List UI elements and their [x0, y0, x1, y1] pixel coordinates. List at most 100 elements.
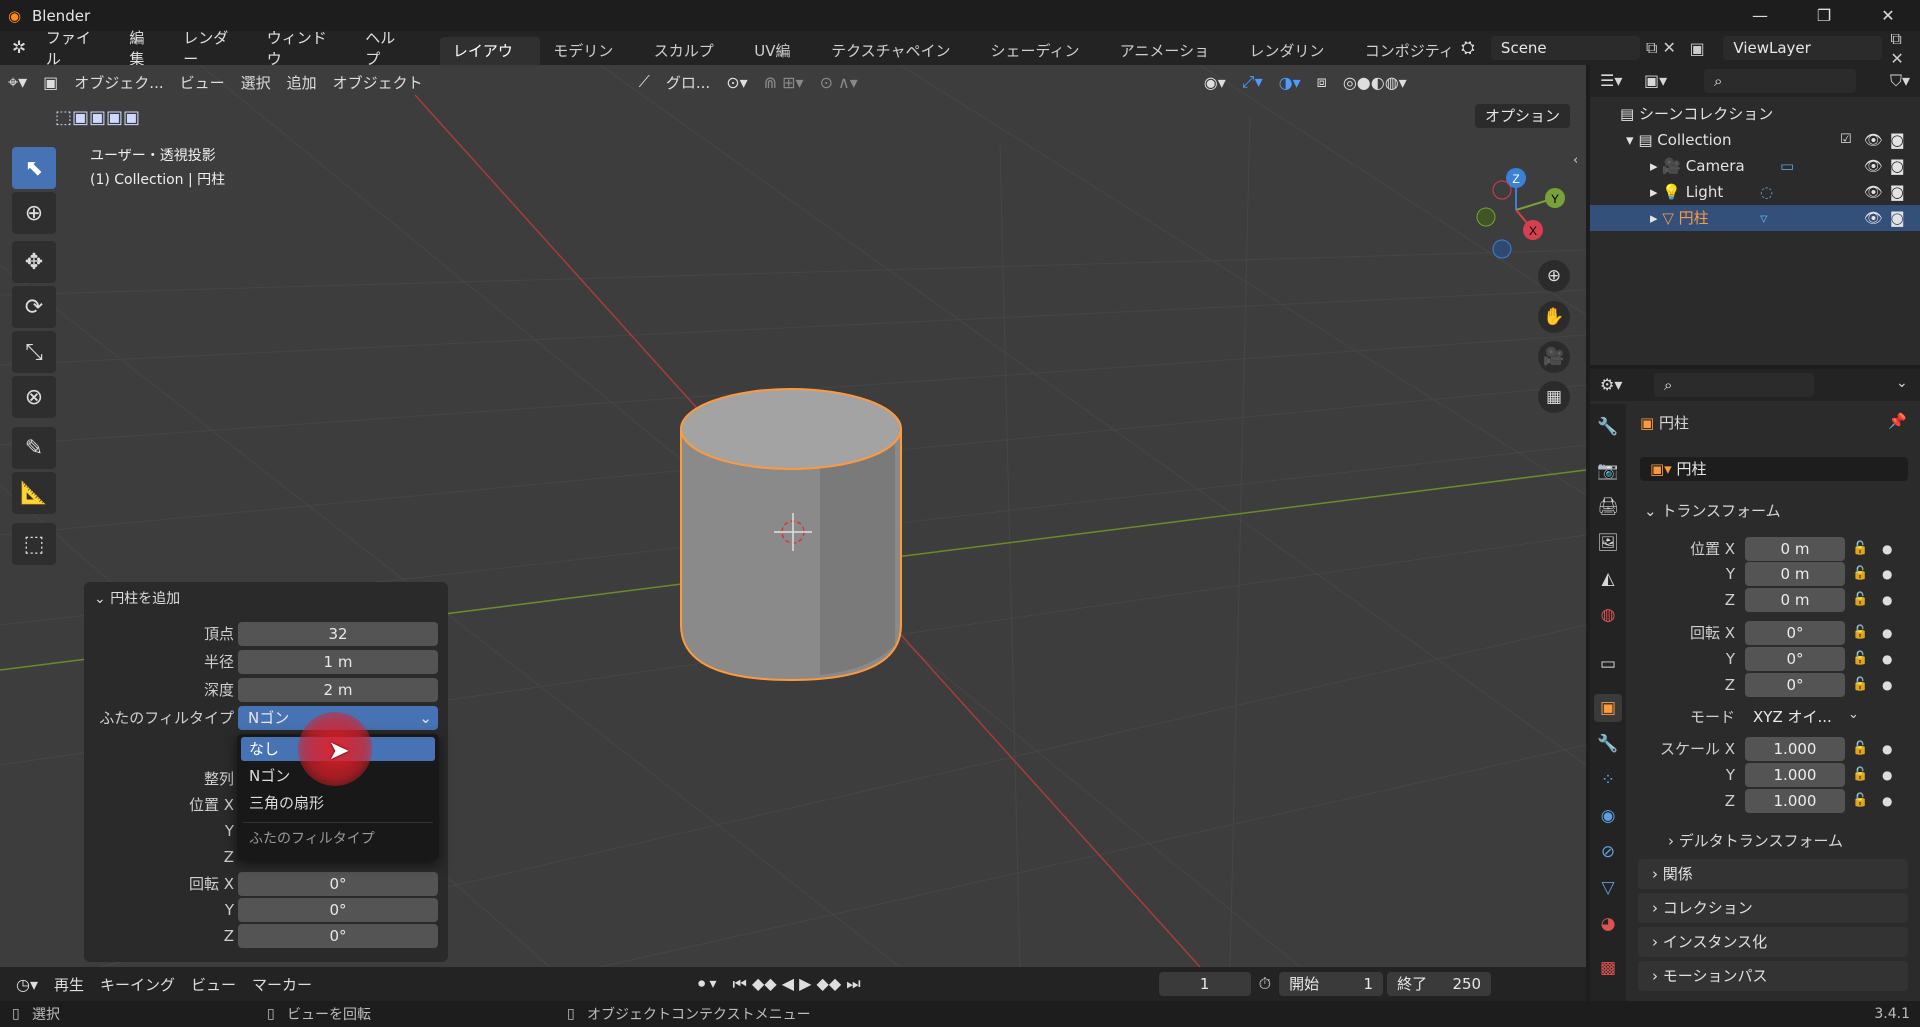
lock-icon[interactable]: 🔓	[1852, 647, 1868, 671]
mode-dropdown[interactable]: オブジェク...	[66, 72, 171, 93]
proportional-edit-icon[interactable]: ⊙ ∧▾	[812, 73, 866, 92]
rotation-z-field[interactable]: 0°	[238, 924, 438, 948]
keyframe-dot-icon[interactable]: ●	[1882, 621, 1892, 645]
data-tab-icon[interactable]: ▽	[1594, 874, 1622, 902]
object-name-field[interactable]: ▣▾ 円柱	[1640, 457, 1908, 481]
current-frame-field[interactable]: 1	[1158, 972, 1251, 996]
pin-icon[interactable]: 📌	[1888, 412, 1907, 430]
outliner-item-light[interactable]: ▸ 💡 Light ◌ 👁 ◙	[1590, 179, 1920, 205]
options-dropdown[interactable]: オプション	[1475, 104, 1571, 128]
menu-help[interactable]: ヘルプ	[353, 27, 422, 69]
location-z-field[interactable]: 0 m	[1745, 588, 1845, 612]
tab-animation[interactable]: アニメーション	[1107, 37, 1237, 88]
camera-render-icon[interactable]: ◙	[1890, 153, 1905, 179]
chevron-down-icon[interactable]: ⌄	[1896, 375, 1908, 391]
select-box-tool-icon[interactable]: ⬉	[12, 147, 56, 189]
display-mode-icon[interactable]: ▣▾	[1644, 71, 1667, 90]
eye-icon[interactable]: 👁	[1864, 127, 1883, 153]
editor-type-icon[interactable]: ◷▾	[8, 975, 46, 994]
lock-icon[interactable]: 🔓	[1852, 537, 1868, 561]
menu-view[interactable]: ビュー	[172, 72, 233, 93]
vertices-field[interactable]: 32	[238, 622, 438, 646]
ortho-grid-icon[interactable]: ▦	[1538, 381, 1570, 413]
scene-buttons-icon[interactable]: ⧉ ✕	[1646, 38, 1690, 58]
eye-icon[interactable]: 👁	[1864, 179, 1883, 205]
keyframe-dot-icon[interactable]: ●	[1882, 588, 1892, 612]
minimize-button[interactable]: —	[1728, 0, 1792, 31]
lock-icon[interactable]: 🔓	[1852, 588, 1868, 612]
physics-tab-icon[interactable]: ◉	[1594, 802, 1622, 830]
rotation-mode-dropdown[interactable]: XYZ オイ...	[1745, 705, 1845, 729]
scene-icon[interactable]: ⛭	[1461, 38, 1491, 58]
tool-tab-icon[interactable]: 🔧	[1594, 413, 1622, 441]
tab-texture-paint[interactable]: テクスチャペイント	[818, 37, 977, 88]
record-icon[interactable]: ⏺ ▾	[690, 976, 724, 992]
keyframe-dot-icon[interactable]: ●	[1882, 537, 1892, 561]
tab-compositing[interactable]: コンポジティン	[1352, 37, 1455, 65]
transform-orientation-dropdown[interactable]: グロ...	[658, 72, 718, 93]
tab-shading[interactable]: シェーディング	[978, 37, 1107, 88]
lock-icon[interactable]: 🔓	[1852, 673, 1868, 697]
rotate-tool-icon[interactable]: ⟳	[12, 286, 56, 328]
move-tool-icon[interactable]: ✥	[12, 241, 56, 283]
lock-icon[interactable]: 🔓	[1852, 737, 1868, 761]
tab-layout[interactable]: レイアウト	[439, 37, 541, 88]
tab-rendering[interactable]: レンダリング	[1236, 37, 1351, 88]
transform-tool-icon[interactable]: ⌖▾	[0, 72, 35, 93]
sidebar-toggle-icon[interactable]: ‹	[1573, 153, 1578, 168]
motion-paths-section[interactable]: › モーションパス	[1638, 961, 1908, 991]
pan-hand-icon[interactable]: ✋	[1538, 301, 1570, 333]
keyframe-dot-icon[interactable]: ●	[1882, 562, 1892, 586]
render-tab-icon[interactable]: 📷	[1594, 457, 1622, 485]
scale-z-field[interactable]: 1.000	[1745, 789, 1845, 813]
relations-section[interactable]: › 関係	[1638, 859, 1908, 889]
filter-icon[interactable]: ⛉▾	[1890, 71, 1910, 91]
object-tab-icon[interactable]: ▣	[1594, 694, 1622, 722]
navigation-gizmo[interactable]: Z Y X	[1460, 150, 1580, 270]
depth-field[interactable]: 2 m	[238, 678, 438, 702]
snap-icon[interactable]: ⋒ ⊞▾	[756, 73, 812, 92]
viewlayer-field[interactable]: ViewLayer	[1723, 36, 1883, 60]
location-x-field[interactable]: 0 m	[1745, 537, 1845, 561]
texture-tab-icon[interactable]: ▩	[1594, 954, 1622, 982]
stopwatch-icon[interactable]: ⏱	[1251, 974, 1279, 994]
scene-collection-row[interactable]: ▤ シーンコレクション	[1590, 101, 1920, 127]
menu-file[interactable]: ファイル	[34, 27, 118, 69]
viewlayer-icon[interactable]: ▣	[1690, 39, 1724, 58]
menu-select[interactable]: 選択	[233, 72, 279, 93]
menu-window[interactable]: ウィンドウ	[255, 27, 353, 69]
world-tab-icon[interactable]: ◍	[1594, 601, 1622, 629]
menu-marker[interactable]: マーカー	[244, 974, 320, 995]
rotation-x-field[interactable]: 0°	[1745, 621, 1845, 645]
tab-sculpting[interactable]: スカルプト	[641, 37, 741, 88]
constraints-tab-icon[interactable]: ⊘	[1594, 838, 1622, 866]
view-layer-tab-icon[interactable]: 🖼	[1594, 529, 1622, 557]
transform-orientation-icon[interactable]: ⟋	[631, 72, 658, 92]
rotation-x-field[interactable]: 0°	[238, 872, 438, 896]
lock-icon[interactable]: 🔓	[1852, 789, 1868, 813]
cursor-tool-icon[interactable]: ⊕	[12, 192, 56, 234]
zoom-icon[interactable]: ⊕	[1538, 260, 1570, 292]
shading-modes-icon[interactable]: ◎●◐◍▾	[1335, 73, 1415, 92]
maximize-button[interactable]: ❐	[1792, 0, 1856, 31]
lock-icon[interactable]: 🔓	[1852, 562, 1868, 586]
measure-tool-icon[interactable]: 📐	[12, 472, 56, 514]
camera-render-icon[interactable]: ◙	[1890, 127, 1905, 153]
blender-menu-icon[interactable]: ✲	[12, 38, 34, 58]
gizmo-icon[interactable]: ⤢▾	[1234, 72, 1271, 92]
pivot-icon[interactable]: ⊙▾	[718, 73, 755, 92]
panel-header[interactable]: ⌄ 円柱を追加	[94, 588, 180, 608]
output-tab-icon[interactable]: 🖨	[1594, 493, 1622, 521]
keyframe-dot-icon[interactable]: ●	[1882, 737, 1892, 761]
close-button[interactable]: ✕	[1856, 0, 1920, 31]
menu-edit[interactable]: 編集	[117, 27, 171, 69]
rotation-z-field[interactable]: 0°	[1745, 673, 1845, 697]
eye-icon[interactable]: 👁	[1864, 205, 1883, 231]
keyframe-dot-icon[interactable]: ●	[1882, 789, 1892, 813]
collection-row[interactable]: ▾ ▤ Collection ☑ 👁 ◙	[1590, 127, 1920, 153]
delta-transform-subpanel[interactable]: › デルタトランスフォーム	[1668, 829, 1843, 853]
rotation-y-field[interactable]: 0°	[1745, 647, 1845, 671]
modifier-tab-icon[interactable]: 🔧	[1594, 730, 1622, 758]
outliner-item-camera[interactable]: ▸ 🎥 Camera ▭ 👁 ◙	[1590, 153, 1920, 179]
camera-render-icon[interactable]: ◙	[1890, 179, 1905, 205]
